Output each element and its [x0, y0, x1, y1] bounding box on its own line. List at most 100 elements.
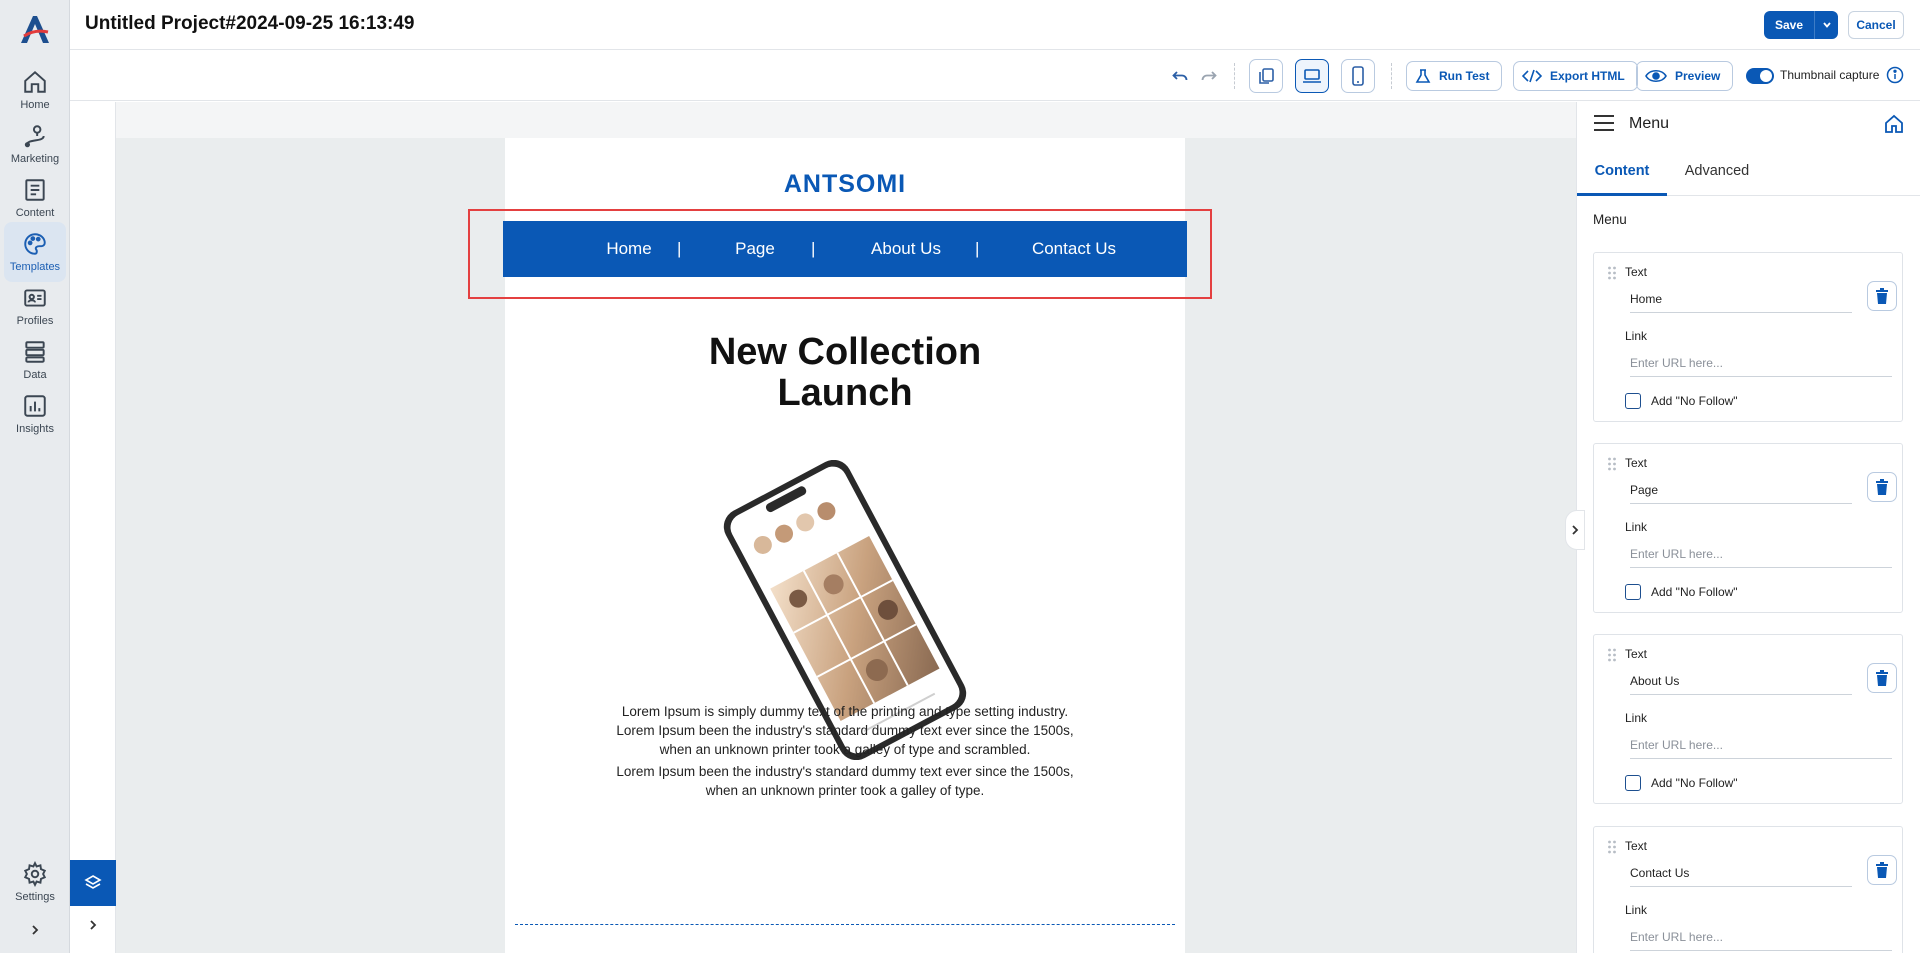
- rail-label: Profiles: [16, 315, 54, 327]
- home-icon[interactable]: [1884, 114, 1904, 134]
- nofollow-checkbox[interactable]: [1625, 584, 1641, 600]
- link-url-input[interactable]: Enter URL here...: [1630, 542, 1892, 568]
- selected-block-outline: [468, 209, 1212, 299]
- run-test-label: Run Test: [1439, 69, 1490, 83]
- marketing-icon: [24, 125, 45, 148]
- rail-item-marketing[interactable]: Marketing: [4, 114, 66, 174]
- rail-item-insights[interactable]: Insights: [4, 384, 66, 444]
- trash-icon: [1876, 288, 1888, 304]
- email-template[interactable]: ANTSOMI Home | Page | About Us | Contact…: [468, 138, 1212, 953]
- chevron-right-icon: [1572, 525, 1579, 535]
- drag-handle-icon[interactable]: [1607, 840, 1617, 854]
- preview-button[interactable]: Preview: [1636, 61, 1734, 91]
- flask-icon: [1415, 69, 1431, 83]
- menu-text-input[interactable]: Home: [1630, 287, 1852, 313]
- section-label: Menu: [1593, 212, 1627, 227]
- body-paragraph[interactable]: Lorem Ipsum been the industry's standard…: [585, 762, 1105, 800]
- profile-card-icon: [24, 289, 46, 307]
- app-nav-rail: Home Marketing Content Templates Profile…: [0, 0, 70, 953]
- delete-item-button[interactable]: [1867, 663, 1897, 693]
- rail-item-content[interactable]: Content: [4, 168, 66, 228]
- link-label: Link: [1625, 329, 1648, 343]
- duplicate-view-button[interactable]: [1249, 59, 1283, 93]
- body-paragraph[interactable]: Lorem Ipsum is simply dummy text of the …: [585, 702, 1105, 759]
- rail-label: Home: [20, 99, 50, 111]
- trash-icon: [1876, 862, 1888, 878]
- cancel-button[interactable]: Cancel: [1848, 11, 1904, 39]
- run-test-button[interactable]: Run Test: [1406, 61, 1503, 91]
- save-button[interactable]: Save: [1764, 11, 1838, 39]
- tab-content[interactable]: Content: [1577, 146, 1667, 196]
- palette-icon: [24, 233, 46, 255]
- toolbar-divider: [1391, 63, 1392, 89]
- delete-item-button[interactable]: [1867, 281, 1897, 311]
- rail-label: Content: [15, 207, 55, 219]
- mobile-view-button[interactable]: [1341, 59, 1375, 93]
- drag-handle-icon[interactable]: [1607, 648, 1617, 662]
- divider-line[interactable]: [515, 924, 1175, 925]
- link-label: Link: [1625, 711, 1648, 725]
- delete-item-button[interactable]: [1867, 855, 1897, 885]
- paragraph-line: Lorem Ipsum been the industry's standard…: [616, 723, 1074, 738]
- paragraph-line: when an unknown printer took a galley of…: [705, 783, 985, 798]
- redo-button[interactable]: [1192, 59, 1226, 93]
- info-icon[interactable]: [1886, 66, 1904, 84]
- delete-item-button[interactable]: [1867, 472, 1897, 502]
- headline-line: New Collection: [708, 331, 982, 373]
- menu-text-input[interactable]: Page: [1630, 478, 1852, 504]
- menu-text-input[interactable]: About Us: [1630, 669, 1852, 695]
- headline[interactable]: New Collection Launch: [505, 332, 1185, 414]
- trash-icon: [1876, 670, 1888, 686]
- menu-item-card: Text About Us Link Enter URL here... Add…: [1593, 634, 1903, 804]
- desktop-view-button[interactable]: [1295, 59, 1329, 93]
- export-html-button[interactable]: Export HTML: [1513, 61, 1638, 91]
- project-title[interactable]: Untitled Project#2024-09-25 16:13:49: [85, 13, 415, 35]
- text-label: Text: [1625, 456, 1648, 470]
- brand-logo[interactable]: ANTSOMI: [505, 170, 1185, 199]
- gear-icon: [23, 861, 47, 887]
- rail-label: Insights: [16, 423, 54, 435]
- hamburger-menu-icon[interactable]: [1593, 114, 1615, 132]
- link-url-input[interactable]: Enter URL here...: [1630, 733, 1892, 759]
- mobile-icon: [1352, 66, 1364, 86]
- link-url-input[interactable]: Enter URL here...: [1630, 351, 1892, 377]
- rail-item-data[interactable]: Data: [4, 330, 66, 390]
- properties-panel: Menu Content Advanced Menu Text Home Lin…: [1565, 102, 1920, 953]
- top-header: Untitled Project#2024-09-25 16:13:49 Sav…: [70, 0, 1920, 50]
- laptop-icon: [1303, 69, 1321, 83]
- rail-item-settings[interactable]: Settings: [4, 852, 66, 912]
- nofollow-label: Add "No Follow": [1651, 394, 1738, 408]
- link-url-input[interactable]: Enter URL here...: [1630, 925, 1892, 951]
- nofollow-checkbox[interactable]: [1625, 393, 1641, 409]
- chevron-down-icon: [1822, 22, 1831, 28]
- thumbnail-capture-label: Thumbnail capture: [1780, 68, 1880, 82]
- link-label: Link: [1625, 520, 1648, 534]
- undo-icon: [1172, 71, 1188, 81]
- chart-icon: [24, 395, 46, 417]
- rail-expand-button[interactable]: [22, 917, 48, 943]
- tab-advanced[interactable]: Advanced: [1667, 146, 1767, 196]
- strip-expand-button[interactable]: [82, 914, 104, 936]
- headline-line: Launch: [777, 372, 913, 414]
- rail-item-templates[interactable]: Templates: [4, 222, 66, 282]
- nofollow-checkbox[interactable]: [1625, 775, 1641, 791]
- eye-icon: [1645, 69, 1667, 83]
- rail-item-home[interactable]: Home: [4, 60, 66, 120]
- drag-handle-icon[interactable]: [1607, 457, 1617, 471]
- menu-text-input[interactable]: Contact Us: [1630, 861, 1852, 887]
- antsomi-logo-icon[interactable]: [18, 12, 52, 46]
- toolbar-divider: [1234, 63, 1235, 89]
- drag-handle-icon[interactable]: [1607, 266, 1617, 280]
- save-options-dropdown[interactable]: [1814, 11, 1838, 39]
- rail-item-profiles[interactable]: Profiles: [4, 276, 66, 336]
- export-html-label: Export HTML: [1550, 69, 1625, 83]
- layers-icon: [84, 875, 102, 889]
- layers-button[interactable]: [70, 860, 116, 906]
- thumbnail-capture-toggle[interactable]: [1746, 68, 1774, 84]
- panel-tabs: Content Advanced: [1577, 146, 1920, 196]
- chevron-right-icon: [90, 920, 97, 930]
- panel-collapse-button[interactable]: [1565, 510, 1585, 550]
- link-label: Link: [1625, 903, 1648, 917]
- code-icon: [1522, 69, 1542, 83]
- chevron-right-icon: [32, 925, 39, 935]
